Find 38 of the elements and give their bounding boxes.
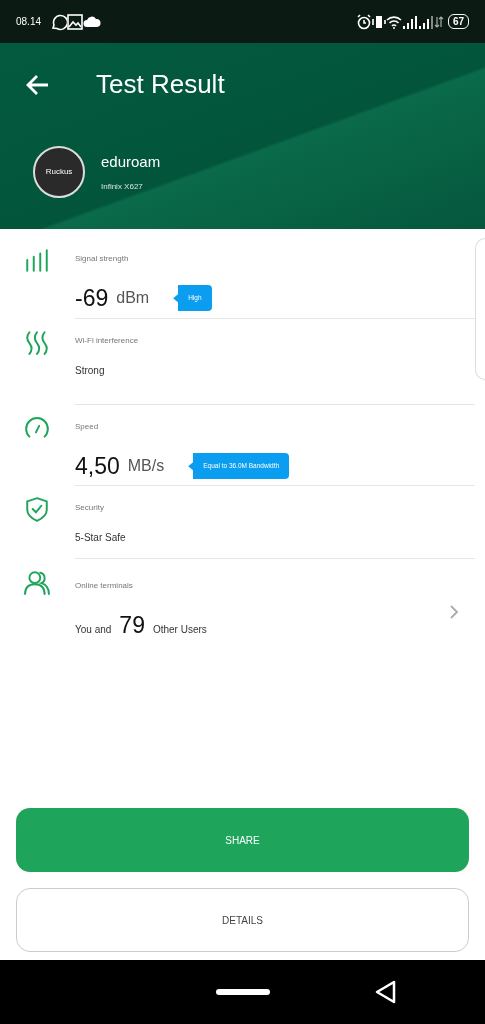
home-handle[interactable] xyxy=(215,989,270,995)
users-suffix: Other Users xyxy=(152,622,207,637)
gauge-icon xyxy=(24,415,50,441)
battery-level: 67 xyxy=(447,14,469,29)
clock-time: 08.14 xyxy=(16,15,42,29)
chat-icon xyxy=(49,12,68,31)
network-name: eduroam xyxy=(101,151,161,172)
page-title: Test Result xyxy=(96,68,225,101)
unit-label: MB/s xyxy=(127,456,165,477)
back-icon[interactable] xyxy=(374,980,398,1004)
device-name: Infinix X627 xyxy=(101,181,144,194)
unit-label: dBm xyxy=(116,288,150,309)
shield-check-icon xyxy=(24,496,50,522)
row-label: Online terminals xyxy=(75,579,134,592)
wifi-icon xyxy=(385,14,402,29)
row-value: Strong xyxy=(75,364,106,378)
signal-strength-icon xyxy=(24,247,50,273)
signal-icon xyxy=(401,14,418,29)
data-icon xyxy=(433,15,444,28)
metric-value: 4,50 xyxy=(75,452,120,481)
users-icon xyxy=(24,569,50,595)
back-arrow-icon[interactable] xyxy=(26,72,50,97)
signal-icon xyxy=(417,14,434,29)
row-label: Speed xyxy=(75,421,100,433)
image-icon xyxy=(67,13,84,30)
row-label: Wi-Fi interference xyxy=(75,335,140,347)
details-button[interactable]: DETAILS xyxy=(16,888,469,952)
users-count: 79 xyxy=(119,610,145,640)
alarm-icon xyxy=(355,13,372,30)
users-prefix: You and xyxy=(75,622,112,637)
row-label: Security xyxy=(75,502,105,514)
metric-value: -69 xyxy=(75,284,109,313)
network-logo: Ruckus xyxy=(33,146,85,198)
vibrate-icon xyxy=(371,14,386,29)
row-value: 5-Star Safe xyxy=(75,531,127,545)
cloud-icon xyxy=(83,15,102,28)
waves-icon xyxy=(24,329,50,355)
row-label: Signal strength xyxy=(75,253,130,265)
